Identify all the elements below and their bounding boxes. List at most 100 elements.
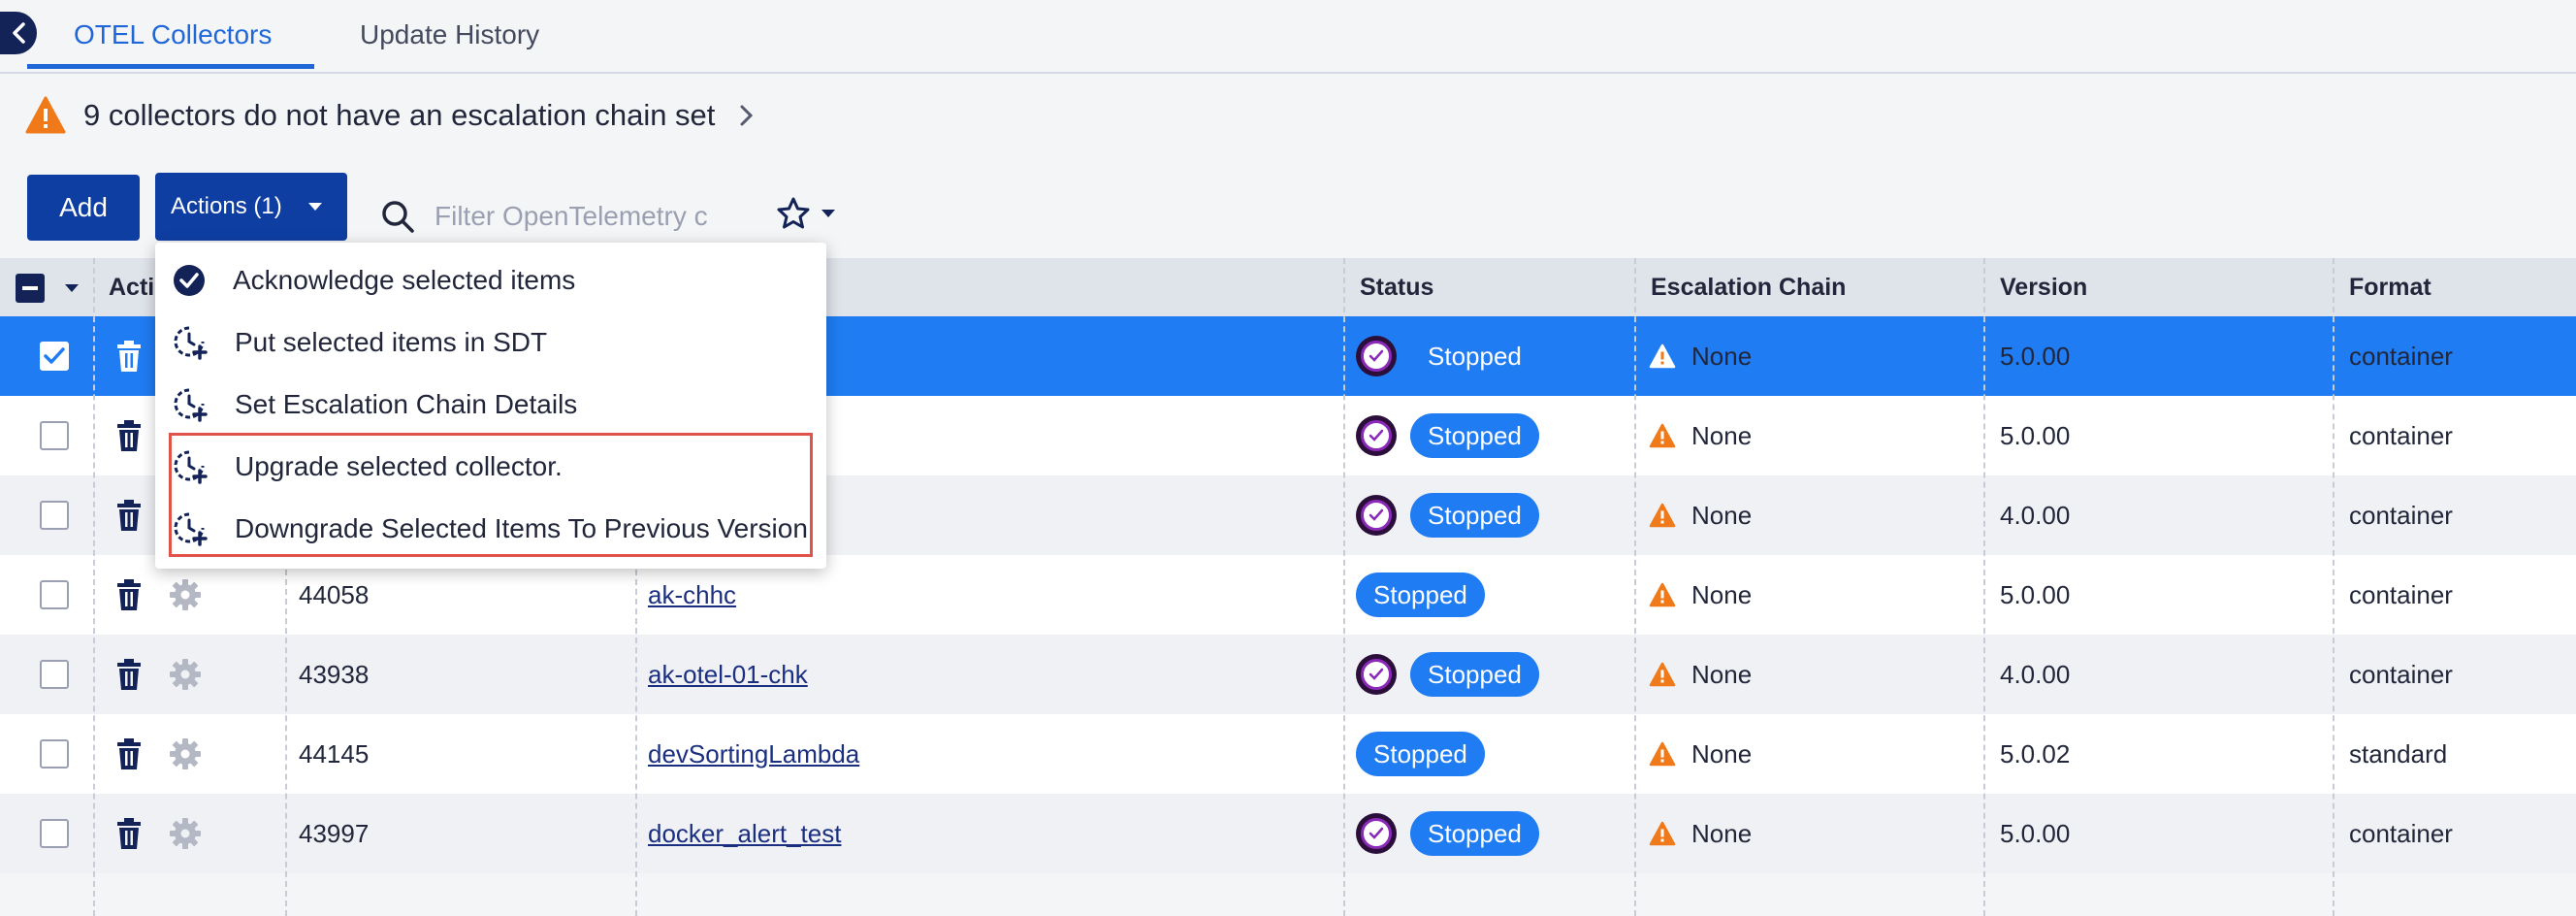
back-button[interactable] xyxy=(0,12,37,54)
acknowledged-icon xyxy=(1356,495,1397,536)
status-badge: Stopped xyxy=(1410,493,1539,538)
table-row[interactable]: 43938 ak-otel-01-chk Stopped None 4.0.00 cont… xyxy=(0,635,2576,714)
warning-icon xyxy=(1649,821,1676,846)
chevron-right-icon[interactable] xyxy=(736,102,756,129)
warning-icon xyxy=(1649,344,1676,369)
trash-icon xyxy=(117,420,141,451)
warning-icon xyxy=(1649,662,1676,687)
settings-button[interactable] xyxy=(169,714,202,794)
tab-update-history[interactable]: Update History xyxy=(360,19,539,50)
menu-item-put-in-sdt[interactable]: Put selected items in SDT xyxy=(173,313,547,372)
sdt-clock-icon xyxy=(174,388,208,422)
collector-id: 44145 xyxy=(299,738,370,769)
sdt-clock-icon xyxy=(174,326,208,360)
column-header-format[interactable]: Format xyxy=(2349,258,2431,316)
format-value: container xyxy=(2349,341,2453,371)
actions-label: Actions (1) xyxy=(171,193,282,219)
warning-icon xyxy=(1649,582,1676,607)
gear-icon xyxy=(170,579,201,610)
collector-name-cell: docker_alert_test xyxy=(648,794,841,873)
table-row[interactable]: 43997 docker_alert_test Stopped None 5.0.00 c… xyxy=(0,794,2576,873)
status-cell: Stopped xyxy=(1356,635,1539,714)
trash-icon xyxy=(117,341,141,372)
menu-item-acknowledge[interactable]: Acknowledge selected items xyxy=(173,251,575,310)
row-checkbox[interactable] xyxy=(40,660,69,689)
escalation-alert[interactable]: 9 collectors do not have an escalation c… xyxy=(25,91,756,140)
acknowledged-icon xyxy=(1356,813,1397,854)
check-circle-icon xyxy=(174,265,205,296)
menu-item-label: Put selected items in SDT xyxy=(235,327,548,357)
status-badge: Stopped xyxy=(1410,413,1539,458)
format-value: container xyxy=(2349,659,2453,689)
collector-name-link[interactable]: ak-otel-01-chk xyxy=(648,660,808,690)
trash-icon xyxy=(117,659,141,690)
format-value: container xyxy=(2349,420,2453,450)
column-divider xyxy=(1343,258,1345,916)
delete-button[interactable] xyxy=(114,635,144,714)
version-value: 5.0.00 xyxy=(2000,818,2071,848)
favorites-dropdown[interactable] xyxy=(776,196,836,231)
row-checkbox[interactable] xyxy=(40,580,69,609)
active-tab-indicator xyxy=(27,64,314,69)
status-badge: Stopped xyxy=(1410,811,1539,856)
column-header-status[interactable]: Status xyxy=(1360,258,1433,316)
collector-name-link[interactable]: devSortingLambda xyxy=(648,739,859,769)
acknowledged-icon xyxy=(1356,654,1397,695)
escalation-cell: None xyxy=(1649,396,1752,475)
actions-dropdown-button[interactable]: Actions (1) xyxy=(155,173,347,241)
indeterminate-icon xyxy=(22,286,38,290)
caret-down-icon xyxy=(307,203,322,211)
version-value: 4.0.00 xyxy=(2000,659,2071,689)
version-value: 5.0.00 xyxy=(2000,341,2071,371)
delete-button[interactable] xyxy=(114,475,144,555)
tab-otel-collectors[interactable]: OTEL Collectors xyxy=(74,19,272,50)
acknowledged-icon xyxy=(1356,415,1397,456)
settings-button[interactable] xyxy=(169,794,202,873)
table-row[interactable]: 44145 devSortingLambda Stopped None 5.0.02 st… xyxy=(0,714,2576,794)
alert-text: 9 collectors do not have an escalation c… xyxy=(83,98,716,132)
row-checkbox[interactable] xyxy=(40,739,69,769)
version-value: 5.0.02 xyxy=(2000,738,2071,769)
caret-down-icon[interactable] xyxy=(64,283,80,293)
search-bar xyxy=(380,194,729,239)
status-cell: Stopped xyxy=(1356,555,1485,635)
format-value: container xyxy=(2349,500,2453,530)
column-divider xyxy=(1634,258,1636,916)
collector-id: 43938 xyxy=(299,659,370,689)
row-checkbox[interactable] xyxy=(40,421,69,450)
column-header-version[interactable]: Version xyxy=(2000,258,2087,316)
trash-icon xyxy=(117,818,141,849)
collector-name-cell: ak-otel-01-chk xyxy=(648,635,808,714)
gear-icon xyxy=(170,659,201,690)
escalation-cell: None xyxy=(1649,714,1752,794)
settings-button[interactable] xyxy=(169,635,202,714)
menu-item-label: Set Escalation Chain Details xyxy=(235,389,578,419)
collector-name-link[interactable]: docker_alert_test xyxy=(648,819,841,849)
add-button[interactable]: Add xyxy=(27,175,140,241)
collector-name-link[interactable]: ak-chhc xyxy=(648,580,736,610)
escalation-chain-value: None xyxy=(1691,341,1753,371)
delete-button[interactable] xyxy=(114,714,144,794)
escalation-chain-value: None xyxy=(1691,500,1753,530)
status-cell: Stopped xyxy=(1356,396,1539,475)
delete-button[interactable] xyxy=(114,555,144,635)
menu-item-label: Acknowledge selected items xyxy=(233,265,576,295)
delete-button[interactable] xyxy=(114,794,144,873)
row-checkbox[interactable] xyxy=(40,342,69,371)
escalation-cell: None xyxy=(1649,555,1752,635)
row-checkbox[interactable] xyxy=(40,819,69,848)
search-input[interactable] xyxy=(435,201,725,232)
menu-item-set-escalation-chain[interactable]: Set Escalation Chain Details xyxy=(173,376,577,434)
escalation-cell: None xyxy=(1649,794,1752,873)
status-cell: Stopped xyxy=(1356,714,1485,794)
acknowledged-icon xyxy=(1356,336,1397,376)
row-checkbox[interactable] xyxy=(40,501,69,530)
trash-icon xyxy=(117,579,141,610)
select-all-checkbox[interactable] xyxy=(16,274,45,303)
warning-icon xyxy=(1649,423,1676,448)
format-value: standard xyxy=(2349,738,2448,769)
delete-button[interactable] xyxy=(114,396,144,475)
delete-button[interactable] xyxy=(114,316,144,396)
version-value: 5.0.00 xyxy=(2000,579,2071,609)
column-header-escalation-chain[interactable]: Escalation Chain xyxy=(1651,258,1846,316)
